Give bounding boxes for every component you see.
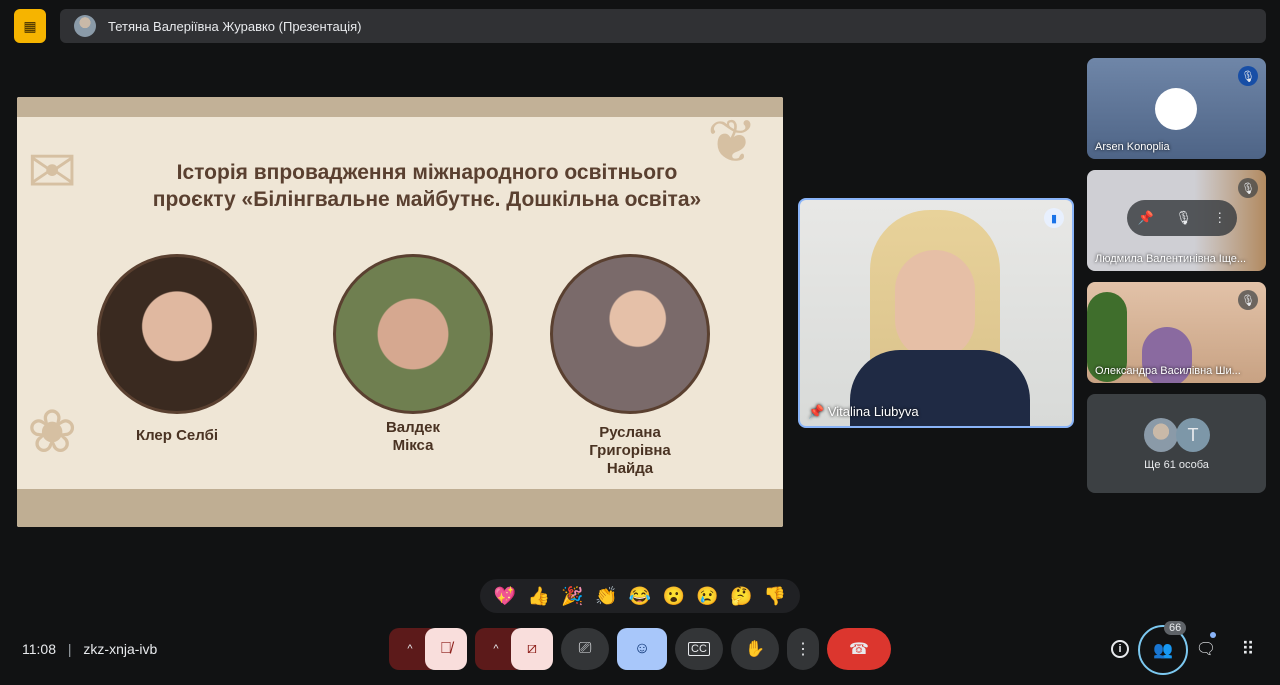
reaction-thumbs-down[interactable]: 👎 (764, 586, 786, 607)
meeting-code: zkz-xnja-ivb (83, 641, 158, 657)
presenter-avatar (74, 15, 96, 37)
camera-button[interactable]: ⧄ (511, 628, 553, 670)
meeting-details-button[interactable]: i (1104, 628, 1136, 670)
present-off-icon: ▦ (23, 17, 37, 34)
end-call-icon: ☎ (849, 641, 869, 658)
mute-icon[interactable]: 🎙 (1175, 210, 1192, 226)
reaction-cry[interactable]: 😢 (696, 586, 718, 607)
chevron-up-icon: ^ (493, 643, 499, 655)
portrait-photo (550, 254, 710, 414)
participant-tile[interactable]: 📌 🎙 ⋮ 🎙 Людмила Валентинівна Іще... (1087, 170, 1266, 271)
pin-icon[interactable]: 📌 (1138, 210, 1154, 226)
leave-call-button[interactable]: ☎ (827, 628, 891, 670)
person-name: Руслана Григорівна Найда (589, 424, 671, 477)
more-participants-label: Ще 61 особа (1144, 459, 1209, 471)
unread-dot (1210, 632, 1216, 638)
mic-off-icon: 🎙 (1238, 178, 1258, 198)
presentation-toggle-button[interactable]: ▦ (14, 9, 46, 43)
people-count-badge: 66 (1164, 621, 1187, 635)
reaction-surprised[interactable]: 😮 (663, 586, 685, 607)
clock: 11:08 (22, 641, 56, 657)
reaction-laugh[interactable]: 😂 (629, 586, 651, 607)
more-vert-icon: ⋮ (795, 641, 811, 658)
person-name: Валдек Мікса (385, 419, 441, 454)
flower-decoration: ❀ (27, 398, 78, 465)
participant-avatar (1155, 88, 1197, 130)
participant-avatar: T (1176, 418, 1210, 452)
apps-grid-icon: ⠿ (1241, 638, 1255, 659)
separator: | (67, 641, 72, 657)
reaction-thinking[interactable]: 🤔 (730, 586, 752, 607)
reactions-bar: 💖 👍 🎉 👏 😂 😮 😢 🤔 👎 (480, 579, 800, 613)
presentation-slide: ✉ ❦ ❀ Історія впровадження міжнародного … (17, 97, 783, 527)
microphone-button[interactable]: 🎙̸ (425, 628, 467, 670)
mic-off-icon: 🎙̸ (440, 640, 452, 657)
hand-icon: ✋ (745, 641, 765, 658)
envelope-decoration: ✉ (27, 138, 78, 205)
more-options-button[interactable]: ⋮ (787, 628, 819, 670)
chat-button[interactable]: 🗨 (1190, 628, 1222, 670)
slide-title: Історія впровадження міжнародного освітн… (152, 161, 702, 211)
more-participants-tile[interactable]: T Ще 61 особа (1087, 394, 1266, 493)
mic-off-icon: 🎙 (1238, 66, 1258, 86)
participant-avatar (1144, 418, 1178, 452)
portrait-photo (333, 254, 493, 414)
speaker-tile[interactable]: ▮ 📌 Vitalina Liubyva (798, 198, 1074, 428)
mic-off-icon: 🎙 (1238, 290, 1258, 310)
participant-name: Олександра Василівна Ши... (1095, 365, 1241, 377)
more-options-icon[interactable]: ⋮ (1213, 210, 1226, 226)
reaction-sparkling-heart[interactable]: 💖 (494, 586, 516, 607)
presentation-bar: Тетяна Валеріївна Журавко (Презентація) (60, 9, 1266, 43)
presenter-label: Тетяна Валеріївна Журавко (Презентація) (108, 18, 362, 34)
info-icon: i (1111, 640, 1129, 658)
person-name: Клер Селбі (135, 427, 219, 444)
speaker-name: 📌 Vitalina Liubyva (808, 404, 919, 419)
reactions-button[interactable]: ☺ (617, 628, 667, 670)
reaction-thumbs-up[interactable]: 👍 (527, 586, 549, 607)
speaking-indicator-icon: ▮ (1044, 208, 1064, 228)
reaction-clap[interactable]: 👏 (595, 586, 617, 607)
speaker-name-text: Vitalina Liubyva (827, 404, 919, 419)
participant-name: Arsen Konoplia (1095, 141, 1170, 153)
people-icon: 👥 (1153, 642, 1173, 659)
participant-tile[interactable]: 🎙 Arsen Konoplia (1087, 58, 1266, 159)
meeting-info: 11:08 | zkz-xnja-ivb (22, 641, 157, 657)
participant-name: Людмила Валентинівна Іще... (1095, 253, 1247, 265)
raise-hand-button[interactable]: ✋ (731, 628, 779, 670)
activities-button[interactable]: ⠿ (1232, 628, 1264, 670)
portrait-photo (97, 254, 257, 414)
captions-icon: CC (688, 642, 710, 656)
participant-tile[interactable]: 🎙 Олександра Василівна Ши... (1087, 282, 1266, 383)
camera-off-icon: ⧄ (526, 640, 538, 657)
present-screen-button[interactable]: ⎚ (561, 628, 609, 670)
captions-button[interactable]: CC (675, 628, 723, 670)
chevron-up-icon: ^ (407, 643, 413, 655)
chat-icon: 🗨 (1195, 641, 1217, 658)
reaction-party[interactable]: 🎉 (561, 586, 583, 607)
present-screen-icon: ⎚ (578, 640, 592, 657)
emoji-icon: ☺ (633, 640, 651, 657)
